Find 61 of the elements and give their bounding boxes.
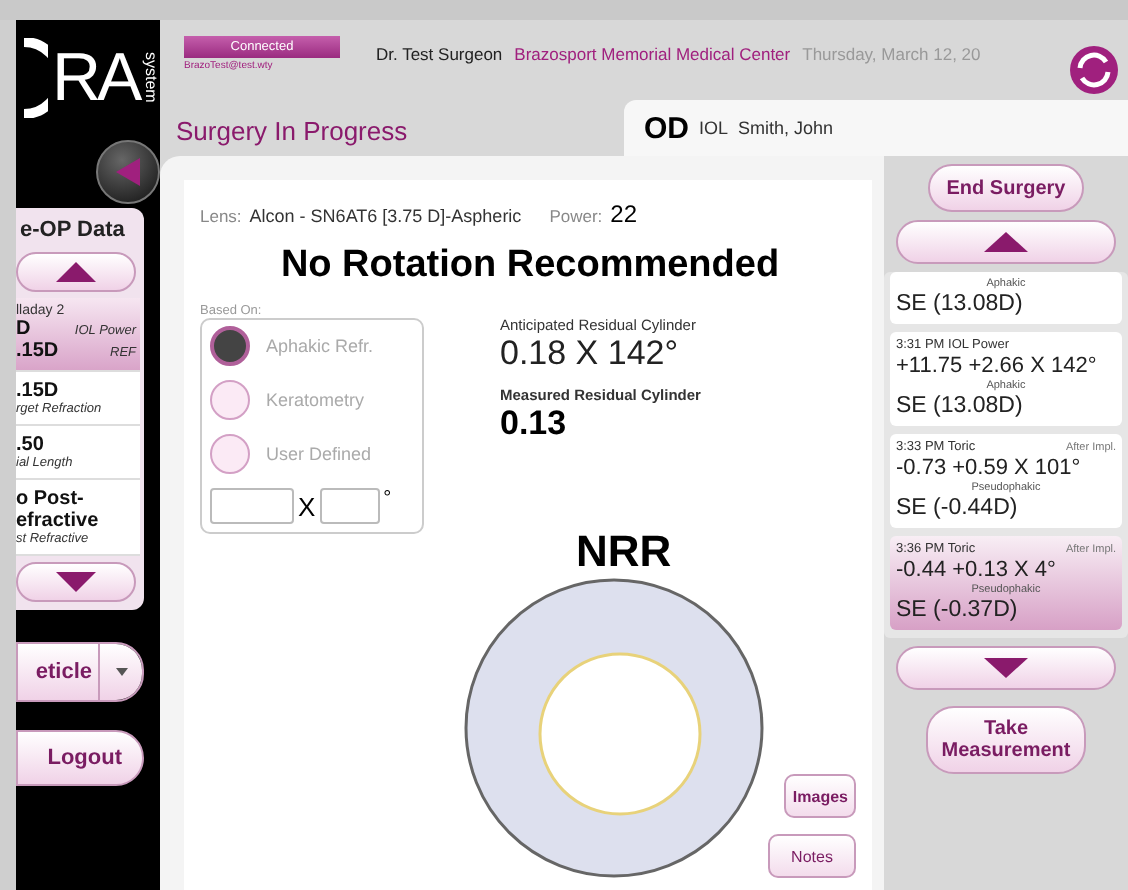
- measured-value: 0.13: [500, 404, 569, 444]
- radio-button[interactable]: [210, 380, 250, 420]
- item-value: D: [16, 318, 31, 340]
- date-text: Thursday, March 12, 20: [802, 44, 981, 64]
- measurement-value: +11.75 +2.66 X 142°: [896, 354, 1099, 378]
- up-triangle-icon: [56, 262, 96, 282]
- power-value: 22: [610, 200, 638, 228]
- lens-value: Alcon - SN6AT6 [3.75 D]-Aspheric: [249, 206, 522, 226]
- cylinder-field[interactable]: [210, 488, 294, 524]
- power-label: Power:: [549, 206, 603, 226]
- surgeon-name: Dr. Test Surgeon: [376, 44, 503, 64]
- notes-button[interactable]: Notes: [768, 834, 856, 878]
- option-label: User Defined: [266, 444, 372, 464]
- scroll-down-button[interactable]: [896, 646, 1116, 690]
- radio-button[interactable]: [210, 326, 250, 366]
- recommendation-text: No Rotation Recommended: [278, 244, 782, 288]
- measurement-se: SE (13.08D): [896, 394, 1025, 418]
- item-value: .50: [16, 434, 46, 456]
- patient-name: Smith, John: [738, 118, 834, 138]
- measurement-se: SE (13.08D): [896, 292, 1025, 316]
- hospital-name: Brazosport Memorial Medical Center: [514, 44, 791, 64]
- item-value: efractive: [16, 510, 101, 532]
- measurement-value: -0.73 +0.59 X 101°: [896, 456, 1083, 480]
- item-value: .15D: [16, 380, 61, 402]
- separator-text: X: [298, 491, 316, 521]
- degree-text: °: [383, 488, 392, 510]
- scroll-down-button[interactable]: [16, 562, 136, 602]
- logo-arc-icon: [20, 38, 48, 118]
- scroll-up-button[interactable]: [16, 252, 136, 292]
- radio-button[interactable]: [210, 434, 250, 474]
- dropdown-button[interactable]: [98, 644, 142, 700]
- logo-text: RA: [52, 39, 139, 117]
- images-button[interactable]: Images: [784, 774, 856, 818]
- caret-icon: [115, 668, 127, 676]
- anticipated-value: 0.18 X 142°: [500, 334, 681, 374]
- diagram-label: NRR: [576, 526, 672, 578]
- up-triangle-icon: [984, 232, 1028, 252]
- scroll-up-button[interactable]: [896, 220, 1116, 264]
- down-triangle-icon: [56, 572, 96, 592]
- page-title: Surgery In Progress: [174, 116, 410, 150]
- item-value: .15D: [16, 340, 59, 362]
- take-measurement-button[interactable]: Take Measurement: [926, 706, 1086, 774]
- eye-label: OD: [644, 111, 689, 145]
- option-label: Aphakic Refr.: [266, 336, 374, 356]
- axis-field[interactable]: [319, 488, 380, 524]
- measurement-se: SE (-0.44D): [896, 496, 1020, 520]
- panel-heading: e-OP Data: [18, 216, 127, 246]
- item-value: o Post-: [16, 488, 86, 510]
- option-label: Keratometry: [266, 390, 365, 410]
- procedure-label: IOL: [699, 118, 729, 138]
- left-triangle-icon: [114, 156, 142, 188]
- end-surgery-button[interactable]: End Surgery: [928, 164, 1084, 212]
- lens-label: Lens:: [200, 206, 242, 226]
- reticle-button[interactable]: eticle: [18, 644, 98, 700]
- down-triangle-icon: [984, 658, 1028, 678]
- measurement-se: SE (-0.37D): [896, 598, 1020, 622]
- refresh-icon[interactable]: [1068, 44, 1120, 96]
- measurement-value: -0.44 +0.13 X 4°: [896, 558, 1058, 582]
- logo-subtext: system: [142, 52, 160, 104]
- logout-button[interactable]: Logout: [16, 730, 144, 786]
- back-button[interactable]: [96, 140, 160, 204]
